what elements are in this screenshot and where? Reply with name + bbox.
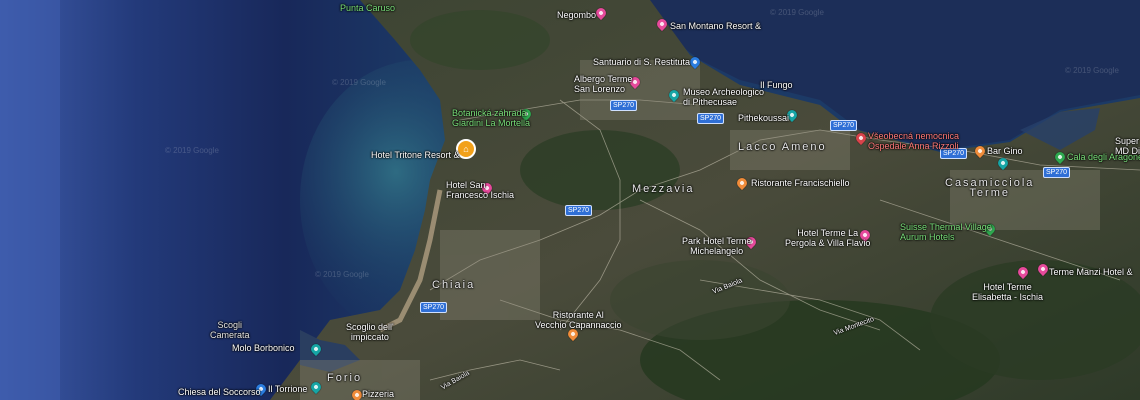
copyright-watermark: © 2019 Google: [770, 8, 824, 17]
copyright-watermark: © 2019 Google: [165, 146, 219, 155]
place-label-scoglio-impiccato[interactable]: Scoglio dell' impiccato: [346, 322, 394, 342]
place-label-ristorante-al-vecchio[interactable]: Ristorante Al Vecchio Capannaccio: [535, 310, 622, 330]
place-label-museo[interactable]: Museo Archeologico di Pithecusae: [683, 87, 764, 107]
area-label-lacco-ameno: Lacco Ameno: [738, 141, 827, 153]
place-label-molo-borbonico[interactable]: Molo Borbonico: [232, 343, 295, 353]
road-shield: SP270: [565, 205, 593, 216]
place-label-hotel-terme-elisabetta[interactable]: Hotel Terme Elisabetta - Ischia: [972, 282, 1043, 302]
area-label-mezzavia: Mezzavia: [632, 183, 695, 195]
place-label-bar-gino[interactable]: Bar Gino: [987, 146, 1023, 156]
satellite-map[interactable]: © 2019 Google © 2019 Google © 2019 Googl…: [0, 0, 1140, 400]
place-label-hotel-san[interactable]: Hotel San Francesco Ischia: [446, 180, 514, 200]
place-label-scogli-camerata[interactable]: Scogli Camerata: [210, 320, 250, 340]
place-label-punta-caruso[interactable]: Punta Caruso: [340, 3, 395, 13]
area-label-forio: Forio: [327, 372, 363, 384]
road-shield: SP270: [1043, 167, 1071, 178]
area-label-casamicciola: Casamicciola Terme: [945, 177, 1035, 199]
place-label-il-fungo[interactable]: Il Fungo: [760, 80, 793, 90]
place-label-santuario[interactable]: Santuario di S. Restituta: [593, 57, 690, 67]
place-label-hotel-tritone[interactable]: Hotel Tritone Resort &: [371, 150, 460, 160]
place-label-pithekoussai[interactable]: Pithekoussai: [738, 113, 789, 123]
place-label-botanicka[interactable]: Botanická záhrada Giardini La Mortella: [452, 108, 530, 128]
place-label-park-hotel[interactable]: Park Hotel Terme Michelangelo: [682, 236, 751, 256]
place-label-pizzeria[interactable]: Pizzeria: [362, 389, 394, 399]
road-shield: SP270: [420, 302, 448, 313]
copyright-watermark: © 2019 Google: [1065, 66, 1119, 75]
copyright-watermark: © 2019 Google: [315, 270, 369, 279]
copyright-watermark: © 2019 Google: [332, 78, 386, 87]
road-shield: SP270: [830, 120, 858, 131]
area-label-chiaia: Chiaia: [432, 279, 476, 291]
place-label-san-montano[interactable]: San Montano Resort &: [670, 21, 761, 31]
place-label-ristorante-francischiello[interactable]: Ristorante Francischiello: [751, 178, 850, 188]
place-label-suisse[interactable]: Suisse Thermal Village Aurum Hotels: [900, 222, 992, 242]
place-label-chiesa-soccorso[interactable]: Chiesa del Soccorso: [178, 387, 261, 397]
place-label-super[interactable]: Super MD Dis: [1115, 136, 1140, 156]
place-label-albergo-terme[interactable]: Albergo Terme San Lorenzo: [574, 74, 632, 94]
place-label-hotel-terme-la[interactable]: Hotel Terme La Pergola & Villa Flavio: [785, 228, 870, 248]
place-label-negombo[interactable]: Negombo: [557, 10, 596, 20]
place-label-vseobecna[interactable]: Všeobecná nemocnica Ospedale Anna Rizzol…: [868, 131, 959, 151]
place-label-il-torrione[interactable]: Il Torrione: [268, 384, 307, 394]
map-imagery: [0, 0, 1140, 400]
place-label-terme-manzi[interactable]: Terme Manzi Hotel &: [1049, 267, 1133, 277]
road-shield: SP270: [697, 113, 725, 124]
road-shield: SP270: [610, 100, 638, 111]
